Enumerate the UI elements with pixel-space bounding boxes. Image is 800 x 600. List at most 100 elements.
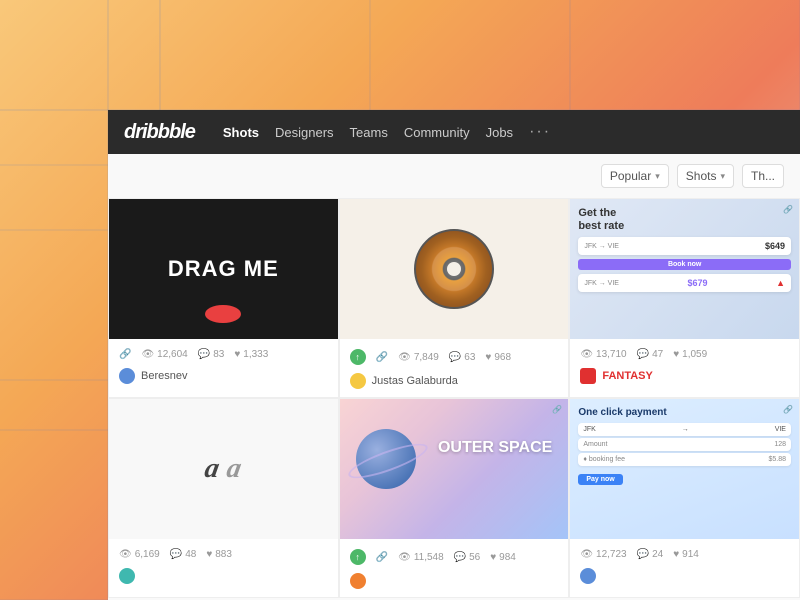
stat-comments-1: 💬 83 [198,349,225,360]
shot-card-logo[interactable]: a a 👁 6,169 💬 48 ♥ [108,398,339,598]
stat-comments-3: 💬 47 [637,349,664,360]
filter-popular-label: Popular [610,169,651,183]
payment-to: VIE [775,426,786,433]
eye-icon-6: 👁 [580,549,593,560]
stat-comments-4: 💬 48 [170,549,197,560]
logo-thumbnail: a a [109,399,338,539]
card-meta-1: 🔗 👁 12,604 💬 83 ♥ 1,333 [109,339,338,392]
comment-icon-4: 💬 [170,549,182,560]
comment-icon: 💬 [198,349,210,360]
nav-item-jobs[interactable]: Jobs [486,121,513,144]
logo-letter-a2: a [225,453,245,485]
shot-thumbnail-payment: 🔗 One click payment JFK → VIE Amount 128 [570,399,799,539]
card-stats-1: 🔗 👁 12,604 💬 83 ♥ 1,333 [119,345,328,364]
stat-views-1: 👁 12,604 [141,349,187,360]
filter-popular[interactable]: Popular ▾ [601,164,669,188]
stat-views-3: 👁 13,710 [580,349,626,360]
payment-from: JFK [583,426,595,433]
upload-badge-5: ↑ [350,549,366,565]
heart-icon-2: ♥ [485,352,491,363]
navbar: dribbble Shots Designers Teams Community… [108,110,800,154]
stat-likes-3: ♥ 1,059 [673,349,707,360]
avatar-3 [580,368,596,384]
nav-item-community[interactable]: Community [404,121,470,144]
shot-card-flight[interactable]: 🔗 Get thebest rate JFK → VIE $649 Book n… [569,198,800,398]
nav-item-shots[interactable]: Shots [223,121,259,144]
heart-icon-4: ♥ [206,549,212,560]
shot-card-vinyl[interactable]: ↑ 🔗 👁 7,849 💬 63 ♥ 968 [339,198,570,398]
eye-icon-4: 👁 [119,549,132,560]
eye-icon-5: 👁 [398,552,411,563]
flight-route-1: JFK → VIE [584,243,619,250]
stat-likes-6: ♥ 914 [673,549,699,560]
chevron-down-icon: ▾ [655,171,660,182]
card-author-6 [580,564,789,586]
logo-variant: a a [205,453,241,485]
author-name-2: Justas Galaburda [372,375,458,387]
upload-badge-2: ↑ [350,349,366,365]
flight-title: Get thebest rate [578,207,791,233]
payment-arrow: → [682,426,689,433]
shot-card-payment[interactable]: 🔗 One click payment JFK → VIE Amount 128 [569,398,800,598]
payment-tax-label: ♦ booking fee [583,456,625,463]
drag-me-circle [205,305,241,323]
flight-card-2: JFK → VIE $679 ▲ [578,274,791,292]
nav-item-designers[interactable]: Designers [275,121,334,144]
shot-card-drag-me[interactable]: DRAG ME 🔗 👁 12,604 💬 83 ♥ [108,198,339,398]
card-author-1: Beresnev [119,364,328,386]
heart-icon-3: ♥ [673,349,679,360]
payment-amount: 128 [774,441,786,448]
filter-shots[interactable]: Shots ▾ [677,164,734,188]
filter-this[interactable]: Th... [742,164,784,188]
drag-me-thumbnail: DRAG ME [109,199,338,339]
shot-card-outer-space[interactable]: 🔗 OUTER SPACE ↑ 🔗 👁 11,548 💬 56 [339,398,570,598]
chevron-down-icon: ▾ [720,171,725,182]
stat-views-6: 👁 12,723 [580,549,626,560]
avatar-5 [350,573,366,589]
card-author-5 [350,569,559,591]
comment-icon-5: 💬 [454,552,466,563]
eye-icon: 👁 [141,349,154,360]
payment-card-1: JFK → VIE [578,423,791,436]
vinyl-thumbnail [340,199,569,339]
avatar-6 [580,568,596,584]
card-stats-5: ↑ 🔗 👁 11,548 💬 56 ♥ 984 [350,545,559,569]
card-meta-5: ↑ 🔗 👁 11,548 💬 56 ♥ 984 [340,539,569,597]
stat-likes-1: ♥ 1,333 [234,349,268,360]
avatar-2 [350,373,366,389]
comment-icon-6: 💬 [637,549,649,560]
payment-tax: $5.88 [768,456,786,463]
card-stats-6: 👁 12,723 💬 24 ♥ 914 [580,545,789,564]
nav-item-teams[interactable]: Teams [350,121,388,144]
outer-space-thumbnail: 🔗 OUTER SPACE [340,399,569,539]
link-icon-2: 🔗 [376,352,388,363]
book-now-btn: Book now [578,259,791,270]
stat-likes-2: ♥ 968 [485,352,511,363]
stat-likes-4: ♥ 883 [206,549,232,560]
vinyl-disc [414,229,494,309]
price-arrow-icon: ▲ [776,278,785,288]
shot-thumbnail-outer-space: 🔗 OUTER SPACE [340,399,569,539]
flight-price-1: $649 [765,241,785,251]
flight-thumbnail: 🔗 Get thebest rate JFK → VIE $649 Book n… [570,199,799,339]
logo-letter-a: a [203,453,223,485]
pay-button[interactable]: Pay now [578,474,622,485]
nav-item-more[interactable]: ··· [529,119,551,145]
card-meta-2: ↑ 🔗 👁 7,849 💬 63 ♥ 968 [340,339,569,397]
outer-space-title: OUTER SPACE [438,439,552,457]
stat-views-2: 👁 7,849 [398,352,439,363]
shot-thumbnail-vinyl [340,199,569,339]
shot-thumbnail-logo: a a [109,399,338,539]
stat-comments-6: 💬 24 [637,549,664,560]
shot-thumbnail-flight: 🔗 Get thebest rate JFK → VIE $649 Book n… [570,199,799,339]
drag-me-text: DRAG ME [168,256,279,282]
card-meta-4: 👁 6,169 💬 48 ♥ 883 [109,539,338,592]
author-name-3: FANTASY [602,370,653,382]
author-name-1: Beresnev [141,370,187,382]
stat-views-4: 👁 6,169 [119,549,160,560]
payment-card-2: Amount 128 [578,438,791,451]
link-icon-5: 🔗 [376,552,388,563]
flight-route-2: JFK → VIE [584,280,619,287]
stat-comments-2: 💬 63 [449,352,476,363]
dribbble-logo[interactable]: dribbble [124,121,195,144]
